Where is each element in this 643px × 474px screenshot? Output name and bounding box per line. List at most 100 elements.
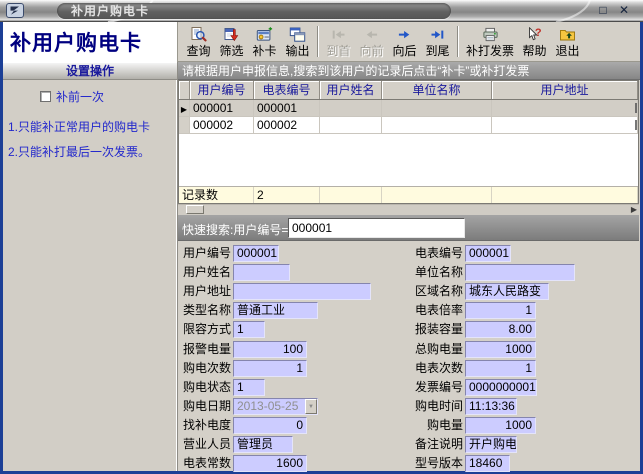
toolbar-button-label: 到尾: [425, 44, 449, 58]
sidebar-notes: 1.只能补正常用户的购电卡2.只能补打最后一次发票。: [3, 120, 177, 159]
sidebar-header: 设置操作: [3, 62, 177, 80]
row-selector-gutter: ▶: [179, 100, 190, 116]
record-count-row: 记录数2: [179, 186, 638, 203]
toolbar-button-label: 到首: [326, 44, 350, 58]
field-label-install-capacity: 报装容量: [408, 321, 463, 338]
exit-icon: [559, 27, 576, 44]
field-limit-mode[interactable]: 1: [233, 321, 265, 338]
field-user-no[interactable]: 000001: [233, 245, 279, 262]
table-cell: 000001: [190, 100, 254, 116]
checkbox-label: 补前一次: [56, 88, 104, 105]
reissue-previous-checkbox[interactable]: [40, 91, 51, 102]
field-total-energy[interactable]: 1000: [465, 341, 536, 358]
field-purchase-time[interactable]: 11:13:36: [465, 398, 517, 415]
clipped-text-sliver: [635, 103, 638, 113]
field-operator[interactable]: 管理员: [233, 436, 293, 453]
maximize-button[interactable]: □: [596, 2, 610, 18]
clipped-text-sliver: [635, 120, 638, 130]
toolbar-button-help[interactable]: ? 帮助: [519, 24, 550, 59]
grid-empty-area: [179, 134, 638, 186]
field-type-name[interactable]: 普通工业: [233, 302, 318, 319]
column-header[interactable]: 用户姓名: [320, 81, 382, 99]
field-meter-no[interactable]: 000001: [465, 245, 511, 262]
window: 补用户购电卡 □ ✕ 补用户购电卡 查询筛选补卡输出 到首向前向后到尾补打发票? 帮…: [0, 0, 643, 474]
field-unit-name[interactable]: [465, 264, 575, 281]
toolbar-button-label: 输出: [285, 44, 309, 58]
column-header[interactable]: 单位名称: [382, 81, 492, 99]
footer-cell: [320, 187, 382, 203]
field-label-user-name: 用户姓名: [178, 264, 231, 281]
table-cell: [492, 100, 638, 116]
toolbar-button-query[interactable]: 查询: [183, 24, 214, 59]
horizontal-scrollbar[interactable]: ▶: [178, 204, 639, 215]
toolbar-button-label: 帮助: [523, 44, 547, 58]
close-button[interactable]: ✕: [617, 2, 631, 18]
reissue-previous-option[interactable]: 补前一次: [3, 89, 177, 103]
field-meter-count[interactable]: 1: [465, 360, 536, 377]
toolbar-button-label: 退出: [556, 44, 580, 58]
toolbar-button-nav-last[interactable]: 到尾: [422, 24, 453, 59]
toolbar-button-nav-next[interactable]: 向后: [389, 24, 420, 59]
field-label-adjust-energy: 找补电度: [178, 417, 231, 434]
page-title-box: 补用户购电卡: [3, 22, 178, 62]
window-title-pill: 补用户购电卡: [57, 3, 451, 19]
app-icon[interactable]: [6, 3, 24, 18]
field-area-name[interactable]: 城东人民路变: [465, 283, 549, 300]
table-row[interactable]: ▶000001000001: [179, 100, 638, 117]
field-purchase-status[interactable]: 1: [233, 379, 265, 396]
scrollbar-right-arrow-icon[interactable]: ▶: [631, 204, 637, 215]
field-model-version[interactable]: 18460: [465, 455, 510, 472]
field-meter-ratio[interactable]: 1: [465, 302, 536, 319]
column-header[interactable]: 用户编号: [190, 81, 254, 99]
field-install-capacity[interactable]: 8.00: [465, 321, 536, 338]
field-remark[interactable]: 开户购电: [465, 436, 517, 453]
toolbar-button-reprint-invoice[interactable]: 补打发票: [463, 24, 517, 59]
field-purchase-energy[interactable]: 1000: [465, 417, 536, 434]
field-label-purchase-count: 购电次数: [178, 360, 231, 377]
reissue-card-icon: [256, 27, 273, 44]
quick-search-input[interactable]: [288, 218, 465, 238]
toolbar-button-label: 向前: [359, 44, 383, 58]
hint-bar: 请根据用户申报信息,搜索到该用户的记录后点击“补卡”或补打发票: [178, 62, 640, 80]
window-title: 补用户购电卡: [71, 4, 149, 18]
toolbar-button-label: 向后: [392, 44, 416, 58]
record-count-label: 记录数: [179, 187, 254, 203]
field-adjust-energy[interactable]: 0: [233, 417, 307, 434]
field-purchase-count[interactable]: 1: [233, 360, 307, 377]
toolbar-button-reissue-card[interactable]: 补卡: [249, 24, 280, 59]
svg-text:?: ?: [535, 27, 542, 39]
field-user-name[interactable]: [233, 264, 290, 281]
field-meter-constant[interactable]: 1600: [233, 455, 307, 472]
field-label-remark: 备注说明: [408, 436, 463, 453]
field-label-type-name: 类型名称: [178, 302, 231, 319]
column-header[interactable]: 电表编号: [254, 81, 320, 99]
table-cell: [492, 117, 638, 133]
field-label-user-address: 用户地址: [178, 283, 231, 300]
record-count-value: 2: [254, 187, 320, 203]
toolbar-button-export[interactable]: 输出: [282, 24, 313, 59]
column-header[interactable]: 用户地址: [492, 81, 638, 99]
row-selector-gutter: [179, 117, 190, 133]
current-row-marker-icon: ▶: [181, 105, 187, 114]
sidebar: 设置操作 补前一次 1.只能补正常用户的购电卡2.只能补打最后一次发票。: [3, 62, 178, 471]
nav-next-icon: [396, 27, 413, 44]
toolbar-button-exit[interactable]: 退出: [552, 24, 583, 59]
field-invoice-no[interactable]: 0000000001: [465, 379, 537, 396]
field-label-purchase-date: 购电日期: [178, 398, 231, 415]
table-row[interactable]: 000002000002: [179, 117, 638, 134]
table-cell: 000001: [254, 100, 320, 116]
toolbar-button-filter[interactable]: 筛选: [216, 24, 247, 59]
titlebar[interactable]: 补用户购电卡 □ ✕: [0, 0, 643, 22]
scrollbar-thumb[interactable]: [186, 205, 204, 214]
field-label-limit-mode: 限容方式: [178, 321, 231, 338]
table-cell: 000002: [254, 117, 320, 133]
nav-first-icon: [330, 27, 347, 44]
quick-search-bar: 快速搜索:用户编号=: [178, 215, 639, 241]
filter-icon: [223, 27, 240, 44]
field-label-purchase-energy: 购电量: [408, 417, 463, 434]
field-label-alarm-energy: 报警电量: [178, 341, 231, 358]
quick-search-label: 快速搜索:用户编号=: [182, 221, 288, 238]
field-alarm-energy[interactable]: 100: [233, 341, 307, 358]
field-user-address[interactable]: [233, 283, 371, 300]
user-grid: 用户编号电表编号用户姓名单位名称用户地址▶0000010000010000020…: [178, 80, 639, 204]
